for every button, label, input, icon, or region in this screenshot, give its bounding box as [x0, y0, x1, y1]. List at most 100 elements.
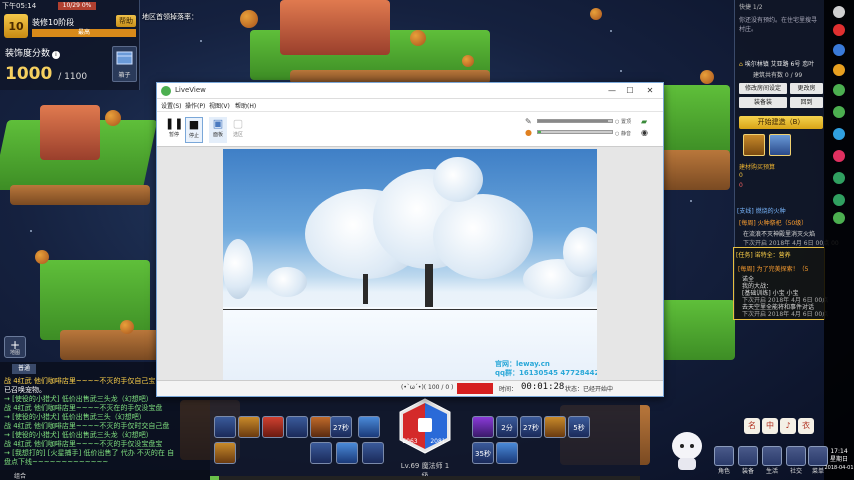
language-icon[interactable]: 中	[762, 418, 778, 434]
menu-settings[interactable]: 设置(S)	[161, 101, 182, 110]
skill-slot[interactable]	[238, 416, 260, 438]
tray-icon[interactable]	[833, 44, 845, 56]
skill-slot[interactable]	[286, 416, 308, 438]
region-label: 选区	[232, 132, 243, 138]
skill-slot-cooldown[interactable]: 2分	[496, 416, 518, 438]
chat-line: 盘点下线~~~~~~~~~~~~~	[4, 458, 109, 466]
quest-1-tag[interactable]: [支线] 燃烧的火种	[737, 206, 786, 215]
close-icon[interactable]: ✕	[643, 85, 657, 97]
skill-slot[interactable]	[310, 442, 332, 464]
return-button[interactable]: 回到	[790, 97, 823, 108]
quest-2-box[interactable]: [任务] 诺特全：营养 [每周] 为了完美探索！（5 诺全 我的大战： [基础训…	[733, 247, 829, 320]
volume-slider[interactable]	[537, 119, 613, 123]
skill-slot[interactable]	[262, 416, 284, 438]
stage-progress-bar: 最高	[32, 29, 136, 37]
clock-weekday: 星期日	[829, 456, 848, 463]
pet-avatar[interactable]	[668, 428, 706, 472]
menu-label: 角色	[717, 468, 730, 475]
social-menu-icon[interactable]	[786, 446, 806, 466]
skill-slot[interactable]	[496, 442, 518, 464]
score-value: 1000 / 1100	[5, 64, 87, 84]
info-icon[interactable]: i	[52, 51, 61, 59]
status-counter: (•`ω´•)( 100 / 0 )	[401, 384, 454, 391]
tray-icon[interactable]	[833, 24, 845, 36]
change-room-button[interactable]: 更改房	[790, 83, 823, 94]
skill-slot[interactable]	[214, 416, 236, 438]
checkbox-topmost[interactable]: ○ 置顶	[615, 118, 631, 125]
stop-icon: ■	[188, 118, 200, 131]
mic-slider[interactable]	[537, 130, 613, 134]
skill-slot[interactable]	[310, 416, 332, 438]
house-address-text: 埃尔林镇 艾亚路 6号 恋叶	[744, 61, 815, 68]
liveview-window: LiveView — ☐ ✕ 设置(S) 操作(P) 视图(V) 帮助(H) ❚…	[156, 82, 664, 397]
mic-fill	[538, 131, 541, 133]
life-menu-icon[interactable]	[762, 446, 782, 466]
quest-2-line: 下次开启 2018年 4月 6日 00点	[742, 311, 829, 318]
equipment-menu-icon[interactable]	[738, 446, 758, 466]
start-build-button[interactable]: 开始建造（B）	[739, 116, 823, 129]
tray-icon[interactable]	[833, 84, 845, 96]
box-button[interactable]: 箱子	[112, 46, 137, 82]
skill-slot[interactable]	[544, 416, 566, 438]
folder-icon[interactable]: ▰	[641, 117, 647, 126]
tray-icon[interactable]	[833, 128, 845, 140]
skill-slot[interactable]	[472, 416, 494, 438]
skill-slot-cooldown[interactable]: 27秒	[520, 416, 542, 438]
tray-icon[interactable]	[833, 106, 845, 118]
skill-slot-cooldown[interactable]: 5秒	[568, 416, 590, 438]
status-label: 状态：	[565, 386, 584, 393]
score-label-text: 装饰度分数	[5, 49, 51, 59]
map-button[interactable]: + 地图	[4, 336, 26, 358]
window-titlebar[interactable]: LiveView — ☐ ✕	[157, 83, 663, 99]
checkbox-mute[interactable]: ○ 静音	[615, 130, 631, 137]
help-button[interactable]: 帮助	[116, 15, 136, 27]
skill-slot[interactable]	[214, 442, 236, 464]
character-menu-icon[interactable]	[714, 446, 734, 466]
quest-2-tag: [任务] 诺特全：营养	[736, 252, 791, 259]
room-settings-button[interactable]: 修改房间设定	[739, 83, 787, 94]
panel-icon: ▣	[212, 117, 224, 130]
skill-slot[interactable]	[358, 416, 380, 438]
character-card-icon[interactable]	[769, 134, 791, 156]
pause-button[interactable]: ❚❚ 暂停	[165, 117, 183, 143]
menu-operate[interactable]: 操作(P)	[185, 101, 205, 110]
panel-button[interactable]: ▣ 面板	[209, 117, 227, 143]
clock-date: 2018-04-01	[824, 465, 854, 471]
preview-area: 官网：leway.cn qq群：16130545 477284426	[157, 147, 663, 380]
item-card-icon[interactable]	[743, 134, 765, 156]
tray-icon[interactable]	[833, 212, 845, 224]
menu-view[interactable]: 视图(V)	[209, 101, 230, 110]
region-icon: ▢	[232, 117, 244, 130]
maximize-icon[interactable]: ☐	[623, 85, 637, 97]
chat-tab-general[interactable]: 普通	[12, 364, 36, 374]
tray-icon[interactable]	[833, 172, 845, 184]
quest-1-title[interactable]: [每周] 火种祭祀（50级）	[739, 218, 807, 227]
skill-slot[interactable]	[362, 442, 384, 464]
skill-slot-cooldown[interactable]: 35秒	[472, 442, 494, 464]
tray-icon[interactable]	[833, 150, 845, 162]
eye-icon[interactable]: ◉	[641, 128, 648, 137]
stop-button[interactable]: ■ 停止	[185, 117, 203, 143]
skill-slot-cooldown[interactable]: 27秒	[330, 416, 352, 438]
menu-help[interactable]: 帮助(H)	[235, 101, 256, 110]
tray-icon[interactable]	[833, 64, 845, 76]
tray-icon[interactable]	[833, 6, 845, 18]
reservation-notice: 你还没有预约。在住宅里搜寻村庄。	[739, 17, 818, 33]
liveview-logo-icon	[161, 86, 171, 96]
music-icon[interactable]: ♪	[780, 418, 796, 434]
guild-icon[interactable]: 名	[744, 418, 760, 434]
status-value: 已经开始中	[583, 386, 614, 393]
skill-slot[interactable]	[336, 442, 358, 464]
box-button-label: 箱子	[118, 72, 131, 79]
wardrobe-icon[interactable]: 衣	[798, 418, 814, 434]
equip-button[interactable]: 装备装	[739, 97, 787, 108]
panel-label: 面板	[212, 132, 223, 138]
pause-icon: ❚❚	[165, 117, 184, 130]
region-button[interactable]: ▢ 选区	[229, 117, 247, 143]
minimize-icon[interactable]: —	[605, 85, 619, 97]
stop-label: 停止	[188, 133, 199, 139]
gold-amount-1: 0	[739, 172, 743, 179]
tray-icon[interactable]	[833, 194, 845, 206]
status-time-label: 时间：	[499, 386, 518, 393]
chat-input-bar[interactable]: 组合	[0, 470, 210, 480]
